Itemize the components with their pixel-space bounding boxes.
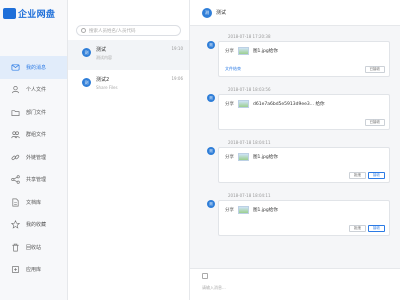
conversation-name: 测试 [96,47,107,53]
conversation-preview: 测试内容 [96,55,112,60]
sidebar-item-label: 我的消息 [26,64,47,71]
avatar: 测 [207,94,215,102]
conversation-panel: 搜索人员姓名/人员代码 测 测试 测试内容 19:10 测 测试2 Share … [68,0,190,300]
sidebar-item-label: 应用库 [26,267,42,274]
chat-panel: 测 测试 测 2018-07-18 17:20:38 分享 图1.jpg给你 文… [190,0,400,300]
search-icon [81,28,86,33]
file-share-card: 分享 d61e7a6bd5e5913d9ee3... 给你 已接收 [218,94,390,130]
folder-icon [11,108,20,117]
sidebar-item-favorites[interactable]: 我的收藏 [0,214,67,237]
file-share-card: 分享 图1.jpg给你 拒绝 接收 [218,147,390,183]
avatar: 测 [207,41,215,49]
conversation-time: 19:10 [171,46,183,51]
share-verb: 分享 [225,102,234,107]
document-icon [11,198,20,207]
chat-header: 测 测试 [190,0,400,26]
sidebar-item-group-files[interactable]: 群组文件 [0,124,67,147]
sidebar-item-link-management[interactable]: 外链管理 [0,146,67,169]
share-verb: 分享 [225,208,234,213]
composer-placeholder: 请输入消息... [202,285,226,290]
conversation-item[interactable]: 测 测试 测试内容 19:10 [68,40,189,70]
message-timestamp: 2018-07-18 18:04:11 [228,193,271,198]
message-composer[interactable]: 请输入消息... [190,268,400,300]
sidebar-item-document-library[interactable]: 文档库 [0,191,67,214]
file-name-link[interactable]: 图1.jpg给你 [253,48,278,54]
chat-title: 测试 [216,10,227,16]
share-verb: 分享 [225,155,234,160]
file-share-card: 分享 图1.jpg给你 文件结束 已接收 [218,41,390,77]
sidebar-item-share-management[interactable]: 共享管理 [0,169,67,192]
sidebar-item-recycle-bin[interactable]: 回收站 [0,236,67,259]
message-item: 测 2018-07-18 18:04:11 分享 图1.jpg给你 拒绝 接收 [207,140,390,183]
message-timestamp: 2018-07-18 18:03:56 [228,87,271,92]
file-share-card: 分享 图1.jpg给你 拒绝 接收 [218,200,390,236]
accept-button[interactable]: 接收 [368,172,385,179]
message-item: 测 2018-07-18 17:20:38 分享 图1.jpg给你 文件结束 已… [207,34,390,77]
sidebar-item-department-files[interactable]: 部门文件 [0,101,67,124]
sidebar-item-label: 我的收藏 [26,222,47,229]
sidebar: 企业网盘 我的消息 个人文件 部门文件 群组文件 外链管理 共享管理 文档库 我… [0,0,68,300]
image-upload-icon[interactable] [202,273,208,279]
share-verb: 分享 [225,49,234,54]
app-icon [11,265,20,274]
message-icon [11,63,20,72]
file-name-link[interactable]: 图1.jpg给你 [253,154,278,160]
image-file-icon [238,100,249,108]
sidebar-item-messages[interactable]: 我的消息 [0,56,67,79]
sidebar-item-label: 共享管理 [26,177,47,184]
avatar: 测 [207,200,215,208]
message-timestamp: 2018-07-18 18:04:11 [228,140,271,145]
message-item: 测 2018-07-18 18:04:11 分享 图1.jpg给你 拒绝 接收 [207,193,390,236]
sidebar-item-label: 群组文件 [26,132,47,139]
sidebar-item-label: 个人文件 [26,87,47,94]
message-item: 测 2018-07-18 18:03:56 分享 d61e7a6bd5e5913… [207,87,390,130]
star-icon [11,220,20,229]
received-button[interactable]: 已接收 [364,119,385,126]
sidebar-nav: 我的消息 个人文件 部门文件 群组文件 外链管理 共享管理 文档库 我的收藏 回… [0,56,67,281]
file-name-link[interactable]: 图1.jpg给你 [253,207,278,213]
accept-button[interactable]: 接收 [368,225,385,232]
share-icon [11,175,20,184]
avatar: 测 [207,147,215,155]
trash-icon [11,243,20,252]
sidebar-item-personal-files[interactable]: 个人文件 [0,79,67,102]
reject-button[interactable]: 拒绝 [349,225,366,232]
app-logo: 企业网盘 [0,0,67,26]
sidebar-item-label: 外链管理 [26,154,47,161]
app-title: 企业网盘 [18,9,56,20]
search-placeholder: 搜索人员姓名/人员代码 [89,28,136,34]
file-status-link[interactable]: 文件结束 [225,66,241,72]
sidebar-item-label: 文档库 [26,199,42,206]
link-icon [11,153,20,162]
group-icon [11,130,20,139]
image-file-icon [238,206,249,214]
message-timestamp: 2018-07-18 17:20:38 [228,34,271,39]
conversation-item[interactable]: 测 测试2 Share Files 19:06 [68,70,189,100]
avatar: 测 [82,78,91,87]
conversation-preview: Share Files [96,85,118,90]
conversation-time: 19:06 [171,76,183,81]
image-file-icon [238,153,249,161]
image-file-icon [238,47,249,55]
file-name-link[interactable]: d61e7a6bd5e5913d9ee3... 给你 [253,101,324,107]
conversation-name: 测试2 [96,77,110,83]
avatar: 测 [202,7,212,18]
user-icon [11,85,20,94]
avatar: 测 [82,48,91,57]
logo-icon [3,7,16,19]
sidebar-item-label: 部门文件 [26,109,47,116]
reject-button[interactable]: 拒绝 [349,172,366,179]
sidebar-item-app-library[interactable]: 应用库 [0,259,67,282]
search-input[interactable]: 搜索人员姓名/人员代码 [76,25,181,36]
sidebar-item-label: 回收站 [26,244,42,251]
received-button[interactable]: 已接收 [364,66,385,73]
